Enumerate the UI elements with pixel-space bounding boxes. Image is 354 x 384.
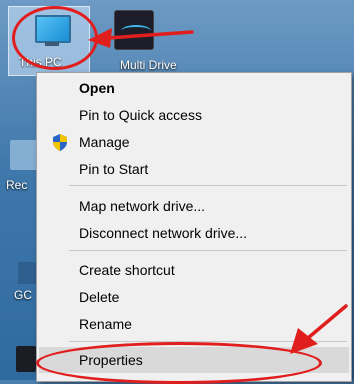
annotation-arrow-top: [88, 28, 194, 48]
desktop-icon-label: Rec: [6, 178, 28, 192]
app-icon[interactable]: [16, 346, 36, 372]
menu-item-label: Create shortcut: [79, 262, 175, 278]
menu-item-label: Pin to Start: [79, 161, 149, 177]
menu-item-disconnect-network-drive[interactable]: Disconnect network drive...: [39, 220, 349, 246]
desktop-icon-label: Multi Drive: [120, 58, 177, 72]
menu-item-label: Pin to Quick access: [79, 107, 202, 123]
annotation-circle-this-pc: [12, 6, 98, 70]
menu-separator: [69, 185, 347, 186]
menu-item-label: Delete: [79, 289, 120, 305]
desktop-icon-label: GC: [14, 288, 32, 302]
menu-item-pin-quick-access[interactable]: Pin to Quick access: [39, 102, 349, 128]
menu-item-label: Open: [79, 80, 115, 96]
menu-item-label: Map network drive...: [79, 198, 206, 214]
recycle-bin-icon[interactable]: [10, 140, 38, 170]
menu-separator: [69, 250, 347, 251]
menu-item-create-shortcut[interactable]: Create shortcut: [39, 257, 349, 283]
menu-item-label: Manage: [79, 134, 130, 150]
annotation-circle-properties: [36, 342, 322, 384]
shield-icon: [53, 134, 67, 151]
menu-item-pin-start[interactable]: Pin to Start: [39, 156, 349, 182]
menu-item-manage[interactable]: Manage: [39, 129, 349, 155]
annotation-arrow-bottom: [290, 304, 348, 354]
menu-item-map-network-drive[interactable]: Map network drive...: [39, 193, 349, 219]
menu-item-label: Rename: [79, 316, 132, 332]
menu-item-label: Disconnect network drive...: [79, 225, 248, 241]
menu-item-open[interactable]: Open: [39, 75, 349, 101]
